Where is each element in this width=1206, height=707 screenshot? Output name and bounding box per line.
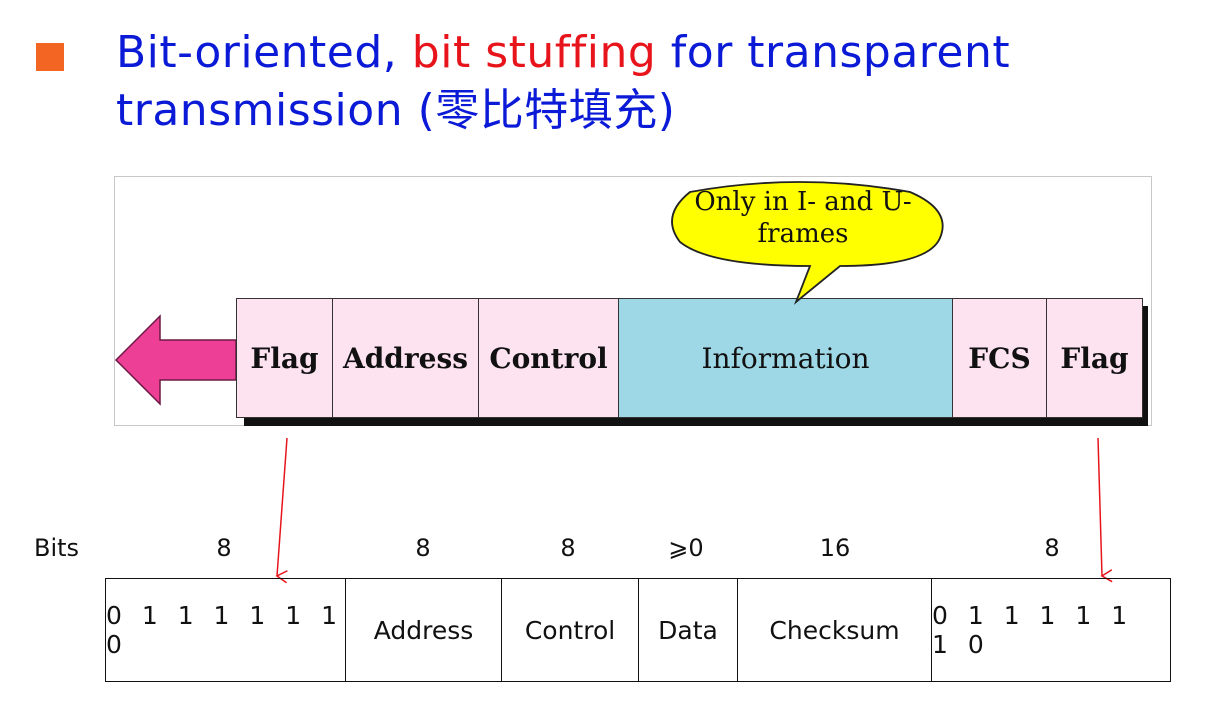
bit-count-flag-start: 8 [216, 534, 232, 562]
bit-layout-table: 0 1 1 1 1 1 1 0 Address Control Data Che… [105, 578, 1171, 682]
bit-field-flag-end: 0 1 1 1 1 1 1 0 [932, 601, 1134, 659]
bit-field-address: Address [346, 579, 502, 681]
bit-count-data: ⩾0 [668, 534, 704, 562]
bit-count-checksum: 16 [819, 534, 851, 562]
bits-label: Bits [34, 534, 80, 562]
bit-count-address: 8 [415, 534, 431, 562]
pointer-arrow-right [1097, 437, 1113, 583]
bit-count-flag-end: 8 [1044, 534, 1060, 562]
bit-field-data: Data [639, 579, 738, 681]
bit-field-flag-start: 0 1 1 1 1 1 1 0 [106, 579, 346, 681]
bit-count-control: 8 [560, 534, 576, 562]
bit-field-control: Control [502, 579, 639, 681]
pointer-arrow-left [275, 437, 288, 584]
bit-field-checksum: Checksum [738, 579, 932, 681]
